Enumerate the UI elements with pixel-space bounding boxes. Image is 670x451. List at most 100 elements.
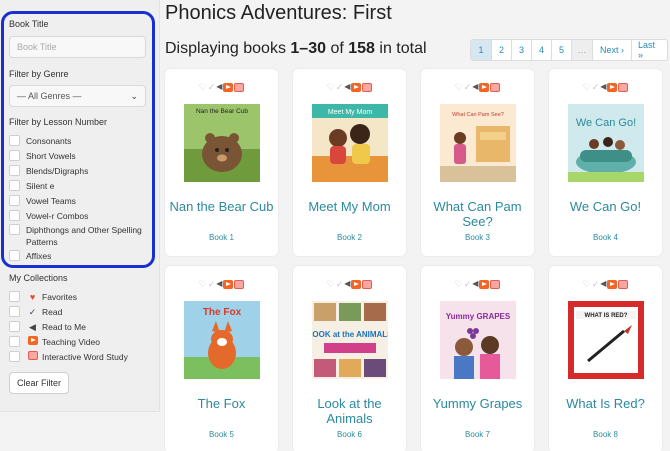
lesson-checkbox-blends-digraphs[interactable]: Blends/Digraphs bbox=[9, 165, 88, 177]
book-cover[interactable]: LOOK at the ANIMALS bbox=[312, 301, 388, 379]
speaker-icon[interactable]: ◀︎ bbox=[472, 82, 478, 92]
checkbox[interactable] bbox=[9, 224, 20, 235]
word-study-icon[interactable] bbox=[362, 279, 373, 289]
checkbox[interactable] bbox=[9, 291, 20, 302]
heart-icon[interactable]: ♡ bbox=[327, 82, 335, 92]
heart-icon[interactable]: ♡ bbox=[583, 82, 591, 92]
checkbox[interactable] bbox=[9, 195, 20, 206]
speaker-icon[interactable]: ◀︎ bbox=[600, 82, 606, 92]
speaker-icon[interactable]: ◀︎ bbox=[216, 279, 222, 289]
page-4[interactable]: 4 bbox=[531, 40, 551, 60]
check-icon[interactable]: ✓ bbox=[208, 82, 216, 92]
play-icon[interactable] bbox=[351, 279, 362, 289]
collection-read-to-me[interactable]: ◀︎ Read to Me bbox=[9, 321, 86, 333]
book-cover[interactable]: Yummy GRAPES bbox=[440, 301, 516, 379]
book-title-link[interactable]: What Is Red? bbox=[553, 396, 658, 411]
word-study-icon[interactable] bbox=[234, 82, 245, 92]
book-card[interactable]: ♡✓◀︎ LOOK at the ANIMALS Look at the Ani… bbox=[293, 266, 406, 451]
book-card[interactable]: ♡ ✓ ◀︎ WHAT IS RED? What Is Red? Book 8 bbox=[549, 266, 662, 451]
book-cover[interactable]: Meet My Mom bbox=[312, 104, 388, 182]
heart-icon[interactable]: ♡ bbox=[455, 82, 463, 92]
book-title-link[interactable]: What Can Pam See? bbox=[425, 199, 530, 229]
book-cover[interactable]: The Fox bbox=[184, 301, 260, 379]
heart-icon[interactable]: ♡ bbox=[455, 279, 463, 289]
word-study-icon[interactable] bbox=[234, 279, 245, 289]
collection-favorites[interactable]: ♥ Favorites bbox=[9, 291, 77, 303]
check-icon[interactable]: ✓ bbox=[336, 82, 344, 92]
book-card[interactable]: ♡ ✓ ◀︎ The Fox The Fox Book 5 bbox=[165, 266, 278, 451]
next-page[interactable]: Next › bbox=[592, 40, 631, 60]
play-icon[interactable] bbox=[607, 279, 618, 289]
word-study-icon[interactable] bbox=[362, 82, 373, 92]
collection-word-study[interactable]: Interactive Word Study bbox=[9, 351, 128, 363]
last-page[interactable]: Last » bbox=[631, 40, 667, 60]
play-icon[interactable] bbox=[479, 82, 490, 92]
book-cover[interactable]: Nan the Bear Cub bbox=[184, 104, 260, 182]
book-title-link[interactable]: We Can Go! bbox=[553, 199, 658, 214]
check-icon[interactable]: ✓ bbox=[336, 279, 344, 289]
clear-filter-button[interactable]: Clear Filter bbox=[9, 372, 70, 394]
page-3[interactable]: 3 bbox=[511, 40, 531, 60]
book-title-link[interactable]: Look at the Animals bbox=[297, 396, 402, 426]
checkbox[interactable] bbox=[9, 321, 20, 332]
page-5[interactable]: 5 bbox=[551, 40, 571, 60]
book-card[interactable]: ♡ ✓ ◀︎ Yummy GRAPES Yummy Grapes Book 7 bbox=[421, 266, 534, 451]
check-icon[interactable]: ✓ bbox=[464, 279, 472, 289]
book-card[interactable]: ♡ ✓ ◀︎ Nan the Bear Cub Nan the Bear Cub B… bbox=[165, 69, 278, 256]
lesson-checkbox-vowel-teams[interactable]: Vowel Teams bbox=[9, 195, 76, 207]
lesson-checkbox-silent-e[interactable]: Silent e bbox=[9, 180, 54, 192]
check-icon[interactable]: ✓ bbox=[464, 82, 472, 92]
collection-teaching-video[interactable]: Teaching Video bbox=[9, 336, 100, 348]
play-icon[interactable] bbox=[479, 279, 490, 289]
lesson-checkbox-short-vowels[interactable]: Short Vowels bbox=[9, 150, 76, 162]
book-card[interactable]: ♡ ✓ ◀︎ What Can Pam See? What Can Pam See?… bbox=[421, 69, 534, 256]
heart-icon[interactable]: ♡ bbox=[583, 279, 591, 289]
check-icon[interactable]: ✓ bbox=[592, 279, 600, 289]
heart-icon[interactable]: ♡ bbox=[199, 82, 207, 92]
collection-read[interactable]: ✓ Read bbox=[9, 306, 62, 318]
checkbox[interactable] bbox=[9, 250, 20, 261]
play-icon[interactable] bbox=[223, 279, 234, 289]
book-title-link[interactable]: Yummy Grapes bbox=[425, 396, 530, 411]
heart-icon[interactable]: ♡ bbox=[199, 279, 207, 289]
checkbox[interactable] bbox=[9, 180, 20, 191]
word-study-icon[interactable] bbox=[490, 82, 501, 92]
genre-select[interactable]: — All Genres — ⌄ bbox=[9, 85, 146, 107]
lesson-checkbox-affixes[interactable]: Affixes bbox=[9, 250, 51, 262]
book-cover[interactable]: WHAT IS RED? bbox=[568, 301, 644, 379]
page-1[interactable]: 1 bbox=[471, 40, 491, 60]
checkbox[interactable] bbox=[9, 135, 20, 146]
word-study-icon[interactable] bbox=[618, 279, 629, 289]
lesson-checkbox-consonants[interactable]: Consonants bbox=[9, 135, 71, 147]
book-card[interactable]: ♡ ✓ ◀︎ Meet My Mom Meet My Mom Book 2 bbox=[293, 69, 406, 256]
play-icon[interactable] bbox=[607, 82, 618, 92]
book-title-link[interactable]: Nan the Bear Cub bbox=[169, 199, 274, 214]
book-cover[interactable]: We Can Go! bbox=[568, 104, 644, 182]
book-card[interactable]: ♡ ✓ ◀︎ We Can Go! We Can Go! Book 4 bbox=[549, 69, 662, 256]
book-title-link[interactable]: Meet My Mom bbox=[297, 199, 402, 214]
heart-icon[interactable]: ♡ bbox=[327, 279, 335, 289]
checkbox[interactable] bbox=[9, 306, 20, 317]
checkbox[interactable] bbox=[9, 336, 20, 347]
checkbox[interactable] bbox=[9, 351, 20, 362]
speaker-icon[interactable]: ◀︎ bbox=[344, 82, 350, 92]
checkbox[interactable] bbox=[9, 150, 20, 161]
book-cover[interactable]: What Can Pam See? bbox=[440, 104, 516, 182]
word-study-icon[interactable] bbox=[490, 279, 501, 289]
checkbox[interactable] bbox=[9, 210, 20, 221]
check-icon[interactable]: ✓ bbox=[208, 279, 216, 289]
lesson-checkbox-vowel-r[interactable]: Vowel-r Combos bbox=[9, 210, 88, 222]
check-icon[interactable]: ✓ bbox=[592, 82, 600, 92]
book-title-input[interactable] bbox=[9, 36, 146, 58]
play-icon[interactable] bbox=[223, 82, 234, 92]
speaker-icon[interactable]: ◀︎ bbox=[344, 279, 350, 289]
word-study-icon[interactable] bbox=[618, 82, 629, 92]
speaker-icon[interactable]: ◀︎ bbox=[600, 279, 606, 289]
speaker-icon[interactable]: ◀︎ bbox=[216, 82, 222, 92]
checkbox[interactable] bbox=[9, 165, 20, 176]
page-2[interactable]: 2 bbox=[491, 40, 511, 60]
lesson-checkbox-diphthongs[interactable]: Diphthongs and Other Spelling Patterns bbox=[9, 224, 149, 248]
book-title-link[interactable]: The Fox bbox=[169, 396, 274, 411]
play-icon[interactable] bbox=[351, 82, 362, 92]
speaker-icon[interactable]: ◀︎ bbox=[472, 279, 478, 289]
